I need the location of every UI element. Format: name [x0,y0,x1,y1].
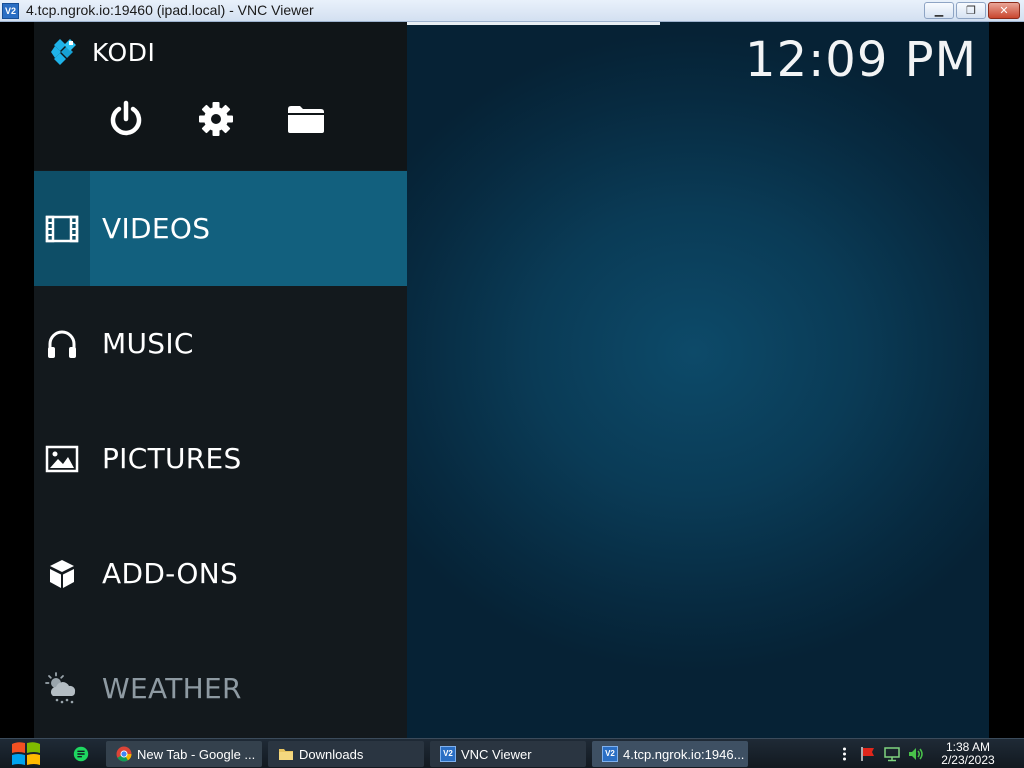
taskbar-item-vnc-session[interactable]: V2 4.tcp.ngrok.io:1946... [592,741,748,767]
vnc-icon: V2 [440,746,456,762]
network-icon [884,747,900,762]
start-button[interactable] [9,739,43,768]
power-button[interactable] [106,98,146,140]
tray-overflow-button[interactable] [836,745,852,763]
vnc-app-icon: V2 [2,3,19,19]
gear-icon [199,102,233,136]
windows-logo-icon [12,742,40,765]
system-tray [836,745,924,763]
taskbar-label-chrome: New Tab - Google ... [137,746,256,762]
menu-item-videos[interactable]: VIDEOS [34,171,407,286]
network-status[interactable] [884,745,900,763]
system-date: 2/23/2023 [941,753,995,767]
pinned-app-button[interactable] [70,743,92,765]
chat-icon [73,746,89,762]
menu-item-music[interactable]: MUSIC [34,286,407,401]
window-title: 4.tcp.ngrok.io:19460 (ipad.local) - VNC … [26,2,314,18]
taskbar-label-downloads: Downloads [299,746,364,762]
restore-button[interactable]: ❐ [956,2,986,19]
action-center-flag[interactable] [860,745,876,763]
sidebar-header: KODI [34,22,407,170]
window-title-bar[interactable]: V2 4.tcp.ngrok.io:19460 (ipad.local) - V… [0,0,1024,22]
vnc-icon: V2 [602,746,618,762]
taskbar-item-downloads[interactable]: Downloads [268,741,424,767]
top-highlight-bar [364,22,660,25]
speaker-icon [909,748,923,760]
windows-taskbar: New Tab - Google ... Downloads V2 VNC Vi… [0,738,1024,768]
menu-label-addons: ADD-ONS [102,557,239,590]
close-button[interactable]: ✕ [988,2,1020,19]
headphones-icon [48,330,76,358]
kodi-sidebar: KODI VIDEOS MUSIC PICTURES ADD-ONS WEATH… [34,22,407,738]
menu-label-music: MUSIC [102,327,194,360]
settings-button[interactable] [196,98,236,140]
power-icon [110,100,142,136]
kodi-home-screen: KODI VIDEOS MUSIC PICTURES ADD-ONS WEATH… [34,22,989,738]
minimize-button[interactable]: ▁ [924,2,954,19]
box-icon [50,559,74,588]
menu-item-addons[interactable]: ADD-ONS [34,516,407,631]
weather-icon [45,671,76,703]
file-manager-button[interactable] [286,98,326,140]
picture-icon [45,445,79,472]
folder-icon [288,106,324,133]
kodi-logo: KODI [50,36,155,68]
film-icon [45,215,79,242]
taskbar-item-chrome[interactable]: New Tab - Google ... [106,741,262,767]
taskbar-item-vnc-viewer[interactable]: V2 VNC Viewer [430,741,586,767]
system-clock[interactable]: 1:38 AM 2/23/2023 [936,741,1000,767]
taskbar-label-vnc-session: 4.tcp.ngrok.io:1946... [623,746,745,762]
kodi-logo-icon [51,39,76,65]
flag-icon [861,747,874,761]
kodi-logo-text: KODI [92,37,156,67]
taskbar-label-vnc-viewer: VNC Viewer [461,746,532,762]
more-vertical-icon [842,747,846,761]
folder-icon [279,749,293,760]
menu-item-pictures[interactable]: PICTURES [34,401,407,516]
menu-label-pictures: PICTURES [102,442,242,475]
volume-control[interactable] [908,745,924,763]
menu-item-weather[interactable]: WEATHER [34,631,407,738]
vnc-viewport[interactable]: KODI VIDEOS MUSIC PICTURES ADD-ONS WEATH… [0,22,1024,738]
kodi-clock: 12:09 PM [745,32,977,88]
menu-label-videos: VIDEOS [102,212,211,245]
menu-label-weather: WEATHER [102,672,242,705]
chrome-icon [116,746,132,762]
